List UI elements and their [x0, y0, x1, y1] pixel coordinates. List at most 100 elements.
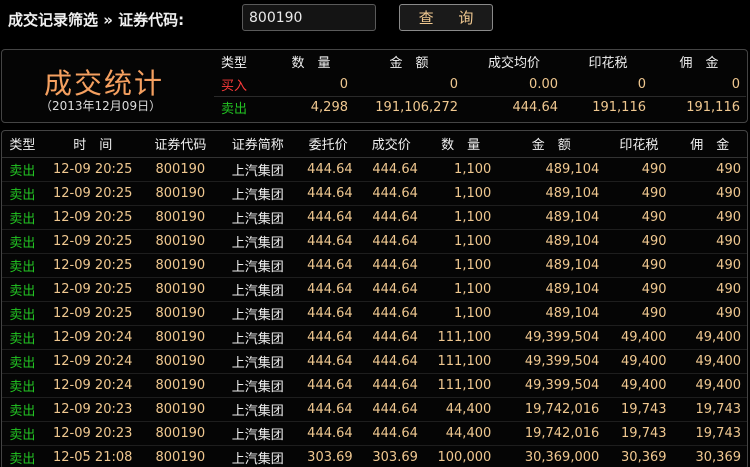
cell-name: 上汽集团 [218, 301, 298, 326]
cell-code: 800190 [142, 157, 219, 182]
cell-order-price: 444.64 [297, 157, 359, 182]
cell-fee: 490 [672, 301, 747, 326]
cell-fee: 49,400 [672, 373, 747, 398]
cell-order-price: 444.64 [297, 205, 359, 230]
summary-cell-tax: 0 [637, 76, 646, 92]
cell-amount: 49,399,504 [497, 373, 606, 398]
cell-qty: 44,400 [423, 397, 498, 422]
cell-order-price: 444.64 [297, 397, 359, 422]
cell-time: 12-09 20:24 [42, 373, 143, 398]
table-row[interactable]: 卖出 12-09 20:25 800190 上汽集团 444.64 444.64 1,100… [2, 157, 747, 182]
column-header[interactable]: 数 量 [423, 131, 498, 158]
table-row[interactable]: 卖出 12-09 20:25 800190 上汽集团 444.64 444.64 1,100… [2, 205, 747, 230]
table-row[interactable]: 卖出 12-09 20:25 800190 上汽集团 444.64 444.64 1,100… [2, 229, 747, 254]
column-header[interactable]: 印花税 [605, 131, 673, 158]
cell-qty: 44,400 [423, 421, 498, 446]
cell-tax: 49,400 [605, 373, 673, 398]
table-row[interactable]: 卖出 12-05 21:08 800190 上汽集团 303.69 303.69 100,0… [2, 445, 747, 467]
cell-name: 上汽集团 [218, 421, 298, 446]
table-row[interactable]: 卖出 12-09 20:25 800190 上汽集团 444.64 444.64 1,100… [2, 301, 747, 326]
cell-code: 800190 [142, 325, 219, 350]
cell-deal-price: 444.64 [358, 301, 424, 326]
cell-qty: 1,100 [423, 181, 498, 206]
column-header[interactable]: 金 额 [497, 131, 606, 158]
summary-header-cell: 印花税 [588, 56, 628, 71]
table-row[interactable]: 卖出 12-09 20:25 800190 上汽集团 444.64 444.64 1,100… [2, 277, 747, 302]
cell-order-price: 444.64 [297, 373, 359, 398]
column-header[interactable]: 类型 [2, 131, 43, 158]
trade-records-table: 类型时 间证券代码 证券简称 委托价 成交价数 量金 额印花税佣 金 卖出 12-09 … [2, 131, 747, 467]
summary-cell-amount: 0 [449, 76, 458, 92]
summary-cell-fee: 191,116 [652, 95, 746, 119]
summary-row: 卖出 4,298 191,106,272 444.64 191,116 191,116 [214, 95, 746, 119]
column-header[interactable]: 证券简称 [218, 131, 298, 158]
cell-code: 800190 [142, 421, 219, 446]
cell-deal-price: 444.64 [358, 397, 424, 422]
cell-time: 12-09 20:25 [42, 205, 143, 230]
column-header[interactable]: 成交价 [358, 131, 424, 158]
cell-amount: 19,742,016 [497, 421, 606, 446]
cell-code: 800190 [142, 349, 219, 374]
cell-tax: 19,743 [605, 397, 673, 422]
cell-code: 800190 [142, 181, 219, 206]
cell-amount: 49,399,504 [497, 325, 606, 350]
cell-code: 800190 [142, 205, 219, 230]
cell-name: 上汽集团 [218, 445, 298, 467]
security-code-input[interactable] [242, 4, 376, 31]
cell-qty: 111,100 [423, 325, 498, 350]
cell-deal-price: 444.64 [358, 421, 424, 446]
cell-order-price: 444.64 [297, 421, 359, 446]
cell-type: 卖出 [2, 349, 43, 374]
column-header[interactable]: 时 间 [42, 131, 143, 158]
cell-name: 上汽集团 [218, 205, 298, 230]
column-header[interactable]: 委托价 [297, 131, 359, 158]
cell-amount: 489,104 [497, 205, 606, 230]
column-header[interactable]: 佣 金 [672, 131, 747, 158]
summary-header-cell: 佣 金 [679, 56, 719, 71]
cell-fee: 19,743 [672, 397, 747, 422]
cell-amount: 489,104 [497, 157, 606, 182]
cell-code: 800190 [142, 301, 219, 326]
cell-code: 800190 [142, 445, 219, 467]
cell-time: 12-09 20:25 [42, 181, 143, 206]
table-row[interactable]: 卖出 12-09 20:24 800190 上汽集团 444.64 444.64 111,1… [2, 349, 747, 374]
table-row[interactable]: 卖出 12-09 20:24 800190 上汽集团 444.64 444.64 111,1… [2, 325, 747, 350]
table-row[interactable]: 卖出 12-09 20:24 800190 上汽集团 444.64 444.64 111,1… [2, 373, 747, 398]
summary-header-row: 类型 数 量 金 额 成交均价 印花税 佣 金 [214, 50, 746, 73]
cell-time: 12-09 20:23 [42, 421, 143, 446]
cell-type: 卖出 [2, 373, 43, 398]
table-row[interactable]: 卖出 12-09 20:25 800190 上汽集团 444.64 444.64 1,100… [2, 253, 747, 278]
summary-row: 买入 0 0 0.00 0 0 [214, 73, 746, 96]
summary-cell-qty: 0 [339, 76, 348, 92]
query-button[interactable]: 查 询 [399, 4, 493, 31]
cell-name: 上汽集团 [218, 325, 298, 350]
cell-deal-price: 444.64 [358, 277, 424, 302]
summary-panel: 成交统计 （2013年12月09日） 类型 数 量 金 额 成交均价 印花税 佣 金 买入… [1, 49, 748, 123]
cell-code: 800190 [142, 277, 219, 302]
cell-amount: 489,104 [497, 301, 606, 326]
cell-type: 卖出 [2, 445, 43, 467]
cell-tax: 490 [605, 277, 673, 302]
cell-fee: 490 [672, 229, 747, 254]
summary-table: 类型数 量金 额成交均价 印花税佣 金 买入 0 0 0.00 0 0 卖出 4,298 191,… [214, 50, 746, 119]
cell-type: 卖出 [2, 157, 43, 182]
cell-tax: 49,400 [605, 325, 673, 350]
cell-tax: 490 [605, 205, 673, 230]
cell-time: 12-09 20:25 [42, 253, 143, 278]
cell-name: 上汽集团 [218, 373, 298, 398]
cell-type: 卖出 [2, 205, 43, 230]
cell-qty: 1,100 [423, 301, 498, 326]
cell-amount: 19,742,016 [497, 397, 606, 422]
cell-fee: 49,400 [672, 325, 747, 350]
cell-order-price: 444.64 [297, 181, 359, 206]
cell-qty: 1,100 [423, 205, 498, 230]
column-header[interactable]: 证券代码 [142, 131, 219, 158]
cell-type: 卖出 [2, 277, 43, 302]
cell-name: 上汽集团 [218, 253, 298, 278]
table-row[interactable]: 卖出 12-09 20:25 800190 上汽集团 444.64 444.64 1,100… [2, 181, 747, 206]
table-row[interactable]: 卖出 12-09 20:23 800190 上汽集团 444.64 444.64 44,40… [2, 421, 747, 446]
cell-type: 卖出 [2, 421, 43, 446]
cell-tax: 19,743 [605, 421, 673, 446]
cell-name: 上汽集团 [218, 157, 298, 182]
table-row[interactable]: 卖出 12-09 20:23 800190 上汽集团 444.64 444.64 44,40… [2, 397, 747, 422]
